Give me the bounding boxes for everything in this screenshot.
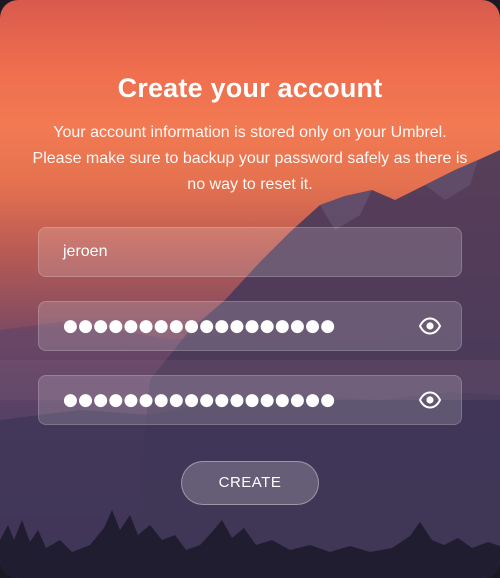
account-card: Create your account Your account informa…	[0, 0, 500, 578]
username-field[interactable]: jeroen	[38, 227, 462, 277]
eye-icon[interactable]	[419, 317, 441, 335]
create-button[interactable]: CREATE	[181, 461, 319, 505]
confirm-password-value[interactable]: ●●●●●●●●●●●●●●●●●●	[63, 376, 335, 424]
signup-form-content: Create your account Your account informa…	[0, 0, 500, 578]
password-value[interactable]: ●●●●●●●●●●●●●●●●●●	[63, 302, 335, 350]
password-field[interactable]: ●●●●●●●●●●●●●●●●●●	[38, 301, 462, 351]
page-title: Create your account	[117, 73, 383, 103]
account-info-notice: Your account information is stored only …	[32, 124, 468, 193]
eye-icon[interactable]	[419, 391, 441, 409]
confirm-password-field[interactable]: ●●●●●●●●●●●●●●●●●●	[38, 375, 462, 425]
username-value[interactable]: jeroen	[63, 228, 107, 276]
